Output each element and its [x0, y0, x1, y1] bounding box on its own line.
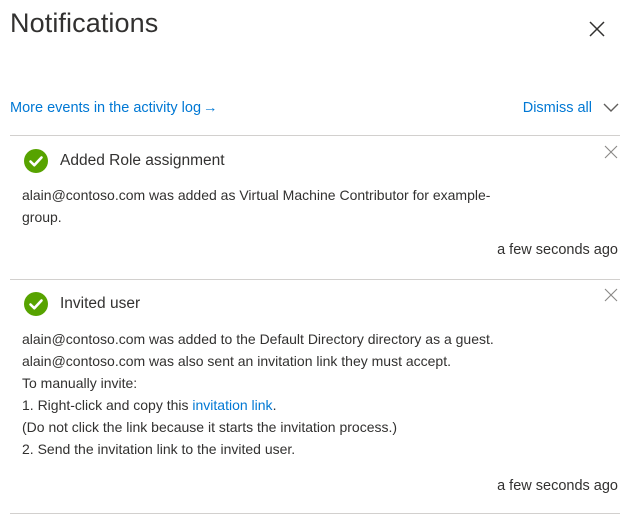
divider — [10, 279, 620, 280]
notification-body-line: (Do not click the link because it starts… — [22, 419, 398, 435]
invitation-link[interactable]: invitation link — [192, 397, 272, 413]
activity-log-link[interactable]: More events in the activity log → — [10, 100, 218, 116]
success-check-icon — [24, 292, 48, 316]
notification-body: alain@contoso.com was added as Virtual M… — [22, 184, 606, 228]
notification-header: Added Role assignment — [24, 149, 225, 173]
success-check-icon — [24, 149, 48, 173]
divider — [10, 135, 620, 136]
notification-body-line: alain@contoso.com was added as Virtual M… — [22, 187, 491, 203]
notification-body-line: alain@contoso.com was also sent an invit… — [22, 353, 451, 369]
notification-timestamp: a few seconds ago — [497, 242, 618, 258]
chevron-down-icon[interactable] — [602, 99, 620, 117]
notification-header: Invited user — [24, 292, 140, 316]
dismiss-all-label: Dismiss all — [522, 100, 592, 116]
notification-title: Invited user — [60, 295, 141, 312]
notification-body-line: 1. Right-click and copy this invitation … — [22, 394, 606, 416]
notifications-toolbar: More events in the activity log → Dismiss… — [10, 96, 620, 120]
dismiss-all-button[interactable]: Dismiss all — [523, 99, 620, 117]
close-icon[interactable] — [586, 18, 608, 40]
divider — [10, 513, 620, 514]
notification-body-line: group. — [22, 209, 62, 225]
notification-body: alain@contoso.com was added to the Defau… — [22, 328, 606, 460]
notification-body-line: alain@contoso.com was added to the Defau… — [22, 331, 494, 347]
instruction-suffix: . — [272, 397, 277, 413]
dismiss-notification-icon[interactable] — [604, 288, 618, 302]
activity-log-link-label: More events in the activity log — [10, 100, 202, 116]
panel-title: Notifications — [10, 8, 159, 38]
notification-body-line: 2. Send the invitation link to the invit… — [22, 441, 296, 457]
notification-title: Added Role assignment — [60, 152, 225, 169]
arrow-right-icon: → — [203, 100, 218, 116]
notification-timestamp: a few seconds ago — [497, 478, 618, 494]
notification-body-line: To manually invite: — [22, 375, 138, 391]
notification-card[interactable]: Invited user alain@contoso.com was added… — [10, 288, 620, 502]
notification-card[interactable]: Added Role assignment alain@contoso.com … — [10, 145, 620, 269]
instruction-text: 1. Right-click and copy this — [22, 397, 193, 413]
dismiss-notification-icon[interactable] — [604, 145, 618, 159]
